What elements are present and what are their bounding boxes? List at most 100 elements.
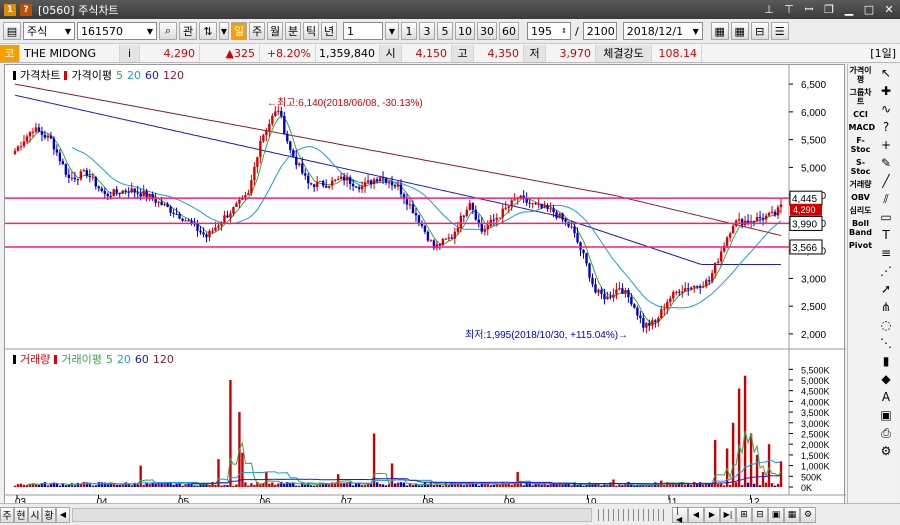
zoom-slider[interactable] (598, 508, 668, 521)
first-icon[interactable]: |◀ (672, 506, 688, 524)
tab-current[interactable]: 현 (14, 506, 28, 523)
wave-icon[interactable]: ∿ (877, 101, 895, 117)
compare-icon[interactable]: ⊟ (750, 22, 769, 40)
draw-icon[interactable]: ✎ (877, 155, 895, 171)
indicator-2[interactable]: CCI (849, 108, 873, 121)
restore-icon[interactable]: ❐ (822, 2, 836, 16)
plus-icon[interactable]: + (877, 137, 895, 153)
related-button[interactable]: 관 (179, 22, 197, 40)
speed-icon[interactable]: ⋔ (877, 299, 895, 315)
zoom-in-icon[interactable]: ⊞ (736, 506, 752, 523)
month-button[interactable]: 월 (267, 22, 283, 40)
unit-dropdown[interactable]: ▼ (385, 22, 399, 40)
volume-bar (764, 482, 768, 487)
interval-1[interactable]: 1 (401, 22, 417, 40)
layout-icon[interactable]: ▤ (3, 22, 21, 40)
indicator-4[interactable]: F-Stoc (849, 134, 873, 156)
text-icon[interactable]: T (877, 227, 895, 243)
next-icon[interactable]: ▶ (704, 506, 720, 523)
interval-10[interactable]: 10 (455, 22, 475, 40)
indicator-9[interactable]: Boll Band (849, 217, 873, 239)
scroll-icon[interactable]: ▼ (219, 22, 229, 40)
view-icon[interactable]: ▣ (768, 506, 784, 523)
interval-60[interactable]: 60 (499, 22, 519, 40)
volume-bar (773, 485, 777, 487)
candle-body (639, 315, 642, 319)
tab-stock[interactable]: 주 (0, 506, 14, 523)
indicator-5[interactable]: S-Stoc (849, 156, 873, 178)
help-icon[interactable]: ? (20, 3, 32, 16)
layout2-icon[interactable]: ▦ (784, 506, 800, 523)
scroll-left-icon[interactable]: ◀ (56, 506, 70, 523)
minute-button[interactable]: 분 (285, 22, 301, 40)
code-input[interactable]: 161570 ▼ (77, 22, 157, 40)
color-icon[interactable]: ◆ (877, 371, 895, 387)
stepper-icon[interactable]: ⇅ (199, 22, 217, 40)
indicator-10[interactable]: Pivot (849, 239, 873, 252)
indicator-0[interactable]: 가격이평 (849, 64, 873, 86)
arrow-icon[interactable]: ➚ (877, 281, 895, 297)
grid-icon[interactable]: ▦ (730, 22, 749, 40)
last-icon[interactable]: ▶| (720, 506, 736, 523)
volume-bar (241, 452, 244, 487)
volume-tick-label: 2,500K (801, 429, 830, 439)
chart-area[interactable]: 2,0002,5003,0003,5004,0004,5005,0005,500… (4, 64, 846, 510)
indicator-6[interactable]: 거래량 (849, 178, 873, 191)
fan-icon[interactable]: ⋱ (877, 335, 895, 351)
print-icon[interactable]: ⎙ (877, 425, 895, 441)
volume-bar (567, 483, 570, 487)
config-icon[interactable]: ⚙ (800, 506, 816, 523)
unit-input[interactable]: 1 (343, 22, 383, 40)
indicator-3[interactable]: MACD (849, 121, 876, 134)
question-icon[interactable]: ? (877, 119, 895, 135)
candle-body (477, 219, 480, 223)
save-icon[interactable]: ▣ (877, 407, 895, 423)
tab-status[interactable]: 황 (42, 506, 56, 523)
info-button[interactable]: i (120, 44, 140, 62)
tab-market[interactable]: 시 (28, 506, 42, 523)
indicator-8[interactable]: 심리도 (849, 204, 873, 217)
line-icon[interactable]: ╱ (877, 173, 895, 189)
pin3-icon[interactable]: ꟷ (802, 2, 816, 16)
menu-icon[interactable]: ☰ (770, 22, 789, 40)
settings-icon[interactable]: ⚙ (877, 443, 895, 459)
cycle-icon[interactable]: ◌ (877, 317, 895, 333)
total-input[interactable]: 2100 (582, 22, 617, 40)
calc-icon[interactable]: ▦ (710, 22, 729, 40)
pin-icon[interactable]: ⊥ (762, 2, 776, 16)
channel-icon[interactable]: ⫽ (877, 191, 895, 207)
maximize-icon[interactable]: □ (862, 2, 876, 16)
chart-svg[interactable]: 2,0002,5003,0003,5004,0004,5005,0005,500… (5, 65, 846, 510)
market-select[interactable]: 주식 ▼ (23, 22, 75, 40)
tick-button[interactable]: 틱 (303, 22, 319, 40)
horizontal-scrollbar[interactable] (72, 507, 592, 522)
candle-body (226, 215, 229, 218)
interval-3[interactable]: 3 (419, 22, 435, 40)
crosshair-icon[interactable]: ✚ (877, 83, 895, 99)
minimize-icon[interactable]: ▁ (842, 2, 856, 16)
indicator-1[interactable]: 그룹차트 (849, 86, 873, 108)
candle-body (453, 231, 457, 239)
volume-bar (435, 484, 439, 487)
auto-icon[interactable]: A (877, 389, 895, 405)
spin-icon[interactable]: ⇕ (561, 27, 567, 35)
date-select[interactable]: 2018/12/1 ▼ (622, 22, 703, 40)
gann-icon[interactable]: ⋰ (877, 263, 895, 279)
pin2-icon[interactable]: ⊤ (782, 2, 796, 16)
interval-5[interactable]: 5 (437, 22, 453, 40)
bar-icon[interactable]: ▮ (877, 353, 895, 369)
close-icon[interactable]: ✕ (882, 2, 896, 16)
count-input[interactable]: 195 ⇕ (527, 22, 571, 40)
volume-bar (76, 482, 80, 487)
zoom-out-icon[interactable]: ⊟ (752, 506, 768, 523)
fib-icon[interactable]: ≡ (877, 245, 895, 261)
day-button[interactable]: 일 (231, 22, 247, 40)
week-button[interactable]: 주 (249, 22, 265, 40)
interval-30[interactable]: 30 (477, 22, 497, 40)
search-icon[interactable]: ⌕ (159, 22, 177, 40)
cursor-icon[interactable]: ↖ (877, 65, 895, 81)
year-button[interactable]: 년 (321, 22, 337, 40)
rect-icon[interactable]: ▭ (877, 209, 895, 225)
prev-icon[interactable]: ◀ (688, 506, 704, 523)
indicator-7[interactable]: OBV (849, 191, 873, 204)
